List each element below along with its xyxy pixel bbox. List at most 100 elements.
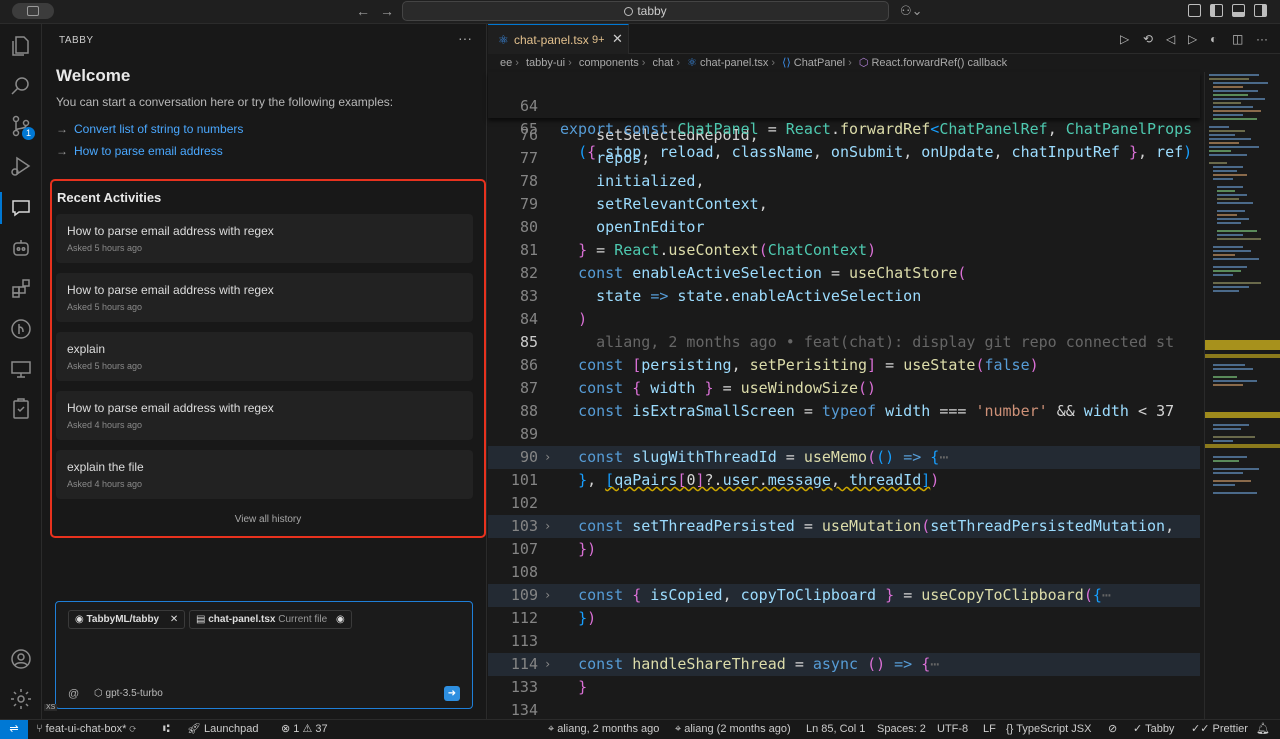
extensions-icon[interactable]	[9, 277, 33, 301]
more-actions-icon[interactable]: ···	[1256, 32, 1268, 46]
search-icon[interactable]	[9, 74, 33, 98]
repo-context-chip[interactable]: ◉ TabbyML/tabby ✕	[68, 610, 186, 629]
fold-chevron-icon[interactable]: ›	[544, 584, 551, 607]
indentation[interactable]: Spaces: 2	[877, 720, 926, 739]
code-line[interactable]: 101 }, [qaPairs[0]?.user.message, thread…	[488, 469, 1200, 492]
example-link[interactable]: → How to parse email address	[56, 144, 223, 158]
code-line[interactable]: 89	[488, 423, 1200, 446]
source-control-icon[interactable]: 1	[9, 114, 35, 140]
code-line[interactable]: 103 › const setThreadPersisted = useMutat…	[488, 515, 1200, 538]
settings-gear-icon[interactable]	[9, 687, 33, 711]
example-link[interactable]: → Convert list of string to numbers	[56, 122, 243, 136]
code-editor[interactable]: 76 setSelectedRepoId, 77 repos, 78 initi…	[488, 72, 1200, 719]
code-line[interactable]: 83 state => state.enableActiveSelection	[488, 285, 1200, 308]
git-previous-icon[interactable]: ◁	[1166, 32, 1175, 46]
launchpad-status[interactable]: 🚀︎ Launchpad	[187, 720, 258, 739]
toggle-primary-sidebar-icon[interactable]	[1210, 4, 1223, 17]
send-button[interactable]: ➜	[444, 686, 460, 701]
git-graph-status-icon[interactable]: ⑆	[163, 720, 170, 739]
remote-explorer-icon[interactable]	[9, 357, 33, 381]
back-arrow-icon[interactable]: ←	[356, 3, 370, 19]
fold-chevron-icon[interactable]: ›	[544, 653, 551, 676]
eye-icon[interactable]: ◉	[336, 614, 345, 625]
code-line[interactable]: 84 )	[488, 308, 1200, 331]
blame-status[interactable]: ⌖ aliang, 2 months ago	[548, 720, 659, 739]
code-line[interactable]: 82 const enableActiveSelection = useChat…	[488, 262, 1200, 285]
timeline-icon[interactable]: ⟲	[1143, 32, 1153, 46]
git-lens-icon[interactable]: ◐	[1210, 32, 1217, 46]
code-line[interactable]: 113	[488, 630, 1200, 653]
breadcrumb-item[interactable]: React.forwardRef() callback	[871, 57, 1007, 69]
run-debug-icon[interactable]	[9, 154, 33, 178]
notifications-bell-icon[interactable]: 🔔︎	[1256, 720, 1270, 739]
remove-chip-icon[interactable]: ✕	[170, 614, 178, 625]
toggle-secondary-sidebar-icon[interactable]	[1254, 4, 1267, 17]
prettier-status[interactable]: ✓✓ Prettier	[1191, 720, 1248, 739]
code-line[interactable]: 102	[488, 492, 1200, 515]
copilot-icon[interactable]: ⚇⌄	[900, 3, 923, 19]
breadcrumb-item[interactable]: chat	[653, 57, 674, 69]
tab-chat-panel[interactable]: ⚛ chat-panel.tsx 9+ ✕	[488, 24, 629, 54]
fold-chevron-icon[interactable]: ›	[544, 515, 551, 538]
cursor-position[interactable]: Ln 85, Col 1	[806, 720, 865, 739]
minimap[interactable]	[1204, 72, 1280, 719]
fold-chevron-icon[interactable]: ›	[544, 446, 551, 469]
chat-icon[interactable]	[0, 192, 33, 224]
code-line[interactable]: 81 } = React.useContext(ChatContext)	[488, 239, 1200, 262]
model-selector[interactable]: ⬡ gpt-3.5-turbo	[94, 688, 163, 699]
breadcrumb-item[interactable]: components	[579, 57, 639, 69]
explorer-icon[interactable]	[9, 34, 33, 58]
forward-arrow-icon[interactable]: →	[380, 3, 394, 19]
code-line[interactable]: 108	[488, 561, 1200, 584]
code-line[interactable]: 107 })	[488, 538, 1200, 561]
recent-activity-item[interactable]: explain Asked 5 hours ago	[56, 332, 473, 381]
end-of-line[interactable]: LF	[983, 720, 996, 739]
toggle-panel-icon[interactable]	[1232, 4, 1245, 17]
code-line[interactable]: 134	[488, 699, 1200, 719]
code-line[interactable]: 114 › const handleShareThread = async () …	[488, 653, 1200, 676]
split-editor-icon[interactable]: ◫	[1232, 32, 1243, 46]
problems-status[interactable]: ⊗ 1 ⚠ 37	[281, 720, 328, 739]
tabby-status[interactable]: ✓ Tabby	[1133, 720, 1174, 739]
no-bell-icon[interactable]: ⊘	[1108, 720, 1117, 739]
chat-input-box[interactable]: ◉ TabbyML/tabby ✕ ▤ chat-panel.tsx Curre…	[55, 601, 473, 709]
code-line[interactable]: 64 export const ChatPanel = React.forwar…	[488, 72, 1200, 138]
code-line[interactable]: 88 const isExtraSmallScreen = typeof wid…	[488, 400, 1200, 423]
recent-activity-item[interactable]: How to parse email address with regex As…	[56, 273, 473, 322]
code-line[interactable]: 78 initialized,	[488, 170, 1200, 193]
accounts-icon[interactable]	[9, 647, 33, 671]
mention-button[interactable]: @	[68, 688, 79, 700]
tabby-bot-icon[interactable]	[9, 236, 33, 260]
breadcrumb-item[interactable]: ee	[500, 57, 512, 69]
code-line[interactable]: 90 › const slugWithThreadId = useMemo(() …	[488, 446, 1200, 469]
toggle-sidebar-button[interactable]	[12, 3, 54, 19]
view-all-history-link[interactable]: View all history	[52, 514, 484, 525]
customize-layout-icon[interactable]	[1188, 4, 1201, 17]
code-line[interactable]: 112 })	[488, 607, 1200, 630]
file-context-chip[interactable]: ▤ chat-panel.tsx Current file ◉	[189, 610, 352, 629]
breadcrumb-item[interactable]: tabby-ui	[526, 57, 565, 69]
more-actions-icon[interactable]: ···	[458, 30, 472, 46]
code-line[interactable]: 79 setRelevantContext,	[488, 193, 1200, 216]
breadcrumb-item[interactable]: chat-panel.tsx	[700, 57, 768, 69]
code-line[interactable]: 85 aliang, 2 months ago • feat(chat): di…	[488, 331, 1200, 354]
code-line[interactable]: 80 openInEditor	[488, 216, 1200, 239]
recent-activity-item[interactable]: How to parse email address with regex As…	[56, 391, 473, 440]
code-line[interactable]: 86 const [persisting, setPerisiting] = u…	[488, 354, 1200, 377]
remote-indicator-icon[interactable]: ⇌	[0, 720, 28, 739]
close-tab-icon[interactable]: ✕	[612, 31, 623, 47]
git-next-icon[interactable]: ▷	[1188, 32, 1197, 46]
command-center-search[interactable]: tabby	[402, 1, 889, 21]
recent-activity-item[interactable]: explain the file Asked 4 hours ago	[56, 450, 473, 499]
code-line[interactable]: 87 const { width } = useWindowSize()	[488, 377, 1200, 400]
code-line[interactable]: 133 }	[488, 676, 1200, 699]
run-icon[interactable]: ▷	[1120, 32, 1129, 46]
testing-icon[interactable]	[9, 397, 33, 421]
branch-indicator[interactable]: ⑂ feat-ui-chat-box* ⟳	[36, 720, 136, 739]
code-line[interactable]: 109 › const { isCopied, copyToClipboard }…	[488, 584, 1200, 607]
encoding[interactable]: UTF-8	[937, 720, 968, 739]
language-mode[interactable]: {} TypeScript JSX	[1006, 720, 1091, 739]
author-status[interactable]: ⌖ aliang (2 months ago)	[675, 720, 791, 739]
recent-activity-item[interactable]: How to parse email address with regex As…	[56, 214, 473, 263]
git-graph-icon[interactable]	[9, 317, 33, 341]
